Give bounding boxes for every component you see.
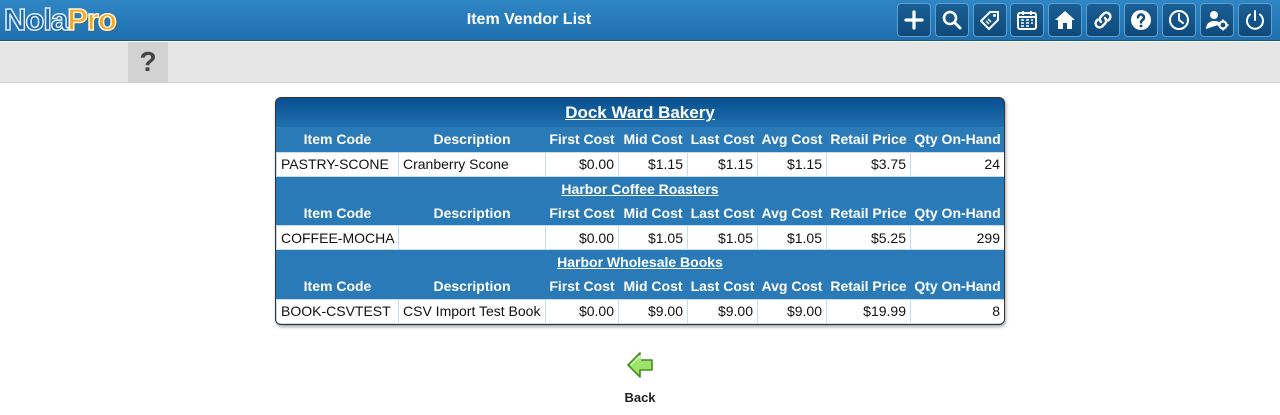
last-cost-cell: $1.05 [687,225,758,250]
table-header-row: Item Code Description First Cost Mid Cos… [276,200,1004,226]
column-header: Retail Price [826,274,911,299]
column-header: Description [398,200,546,226]
first-cost-cell: $0.00 [545,298,619,324]
add-icon [904,10,924,30]
vendor-table: Item Code Description First Cost Mid Cos… [276,200,1004,250]
vendor-header: Harbor Coffee Roasters [276,176,1004,201]
column-header: Avg Cost [757,127,827,152]
top-bar: NolaPro Item Vendor List [0,0,1280,41]
sub-toolbar: ? [0,42,1280,83]
column-header: First Cost [545,200,619,226]
first-cost-cell: $0.00 [545,225,619,250]
table-header-row: Item Code Description First Cost Mid Cos… [276,274,1004,299]
user-settings-icon [1206,11,1229,31]
column-header: Qty On-Hand [910,127,1004,152]
help-icon [1131,10,1151,30]
column-header: Last Cost [687,200,758,226]
vendor-link[interactable]: Dock Ward Bakery [565,103,715,122]
help-button[interactable] [1124,3,1158,37]
clock-icon [1169,10,1189,30]
vendor-table: Item Code Description First Cost Mid Cos… [276,127,1004,177]
column-header: Mid Cost [618,200,688,226]
column-header: Mid Cost [618,127,688,152]
user-settings-button[interactable] [1200,3,1234,37]
table-row: COFFEE-MOCHA $0.00 $1.05 $1.05 $1.05 $5.… [276,225,1004,250]
column-header: Retail Price [826,127,911,152]
page-help-button[interactable]: ? [128,42,168,82]
qty-on-hand-cell: 299 [910,225,1004,250]
column-header: Retail Price [826,200,911,226]
calendar-icon [1017,11,1037,30]
avg-cost-cell: $1.05 [757,225,827,250]
search-button[interactable] [935,3,969,37]
avg-cost-cell: $9.00 [757,298,827,324]
back-label: Back [624,390,656,405]
vendor-header: Harbor Wholesale Books [276,250,1004,274]
last-cost-cell: $9.00 [687,298,758,324]
home-button[interactable] [1048,3,1082,37]
column-header: Description [398,127,546,152]
column-header: Avg Cost [757,274,827,299]
description-cell: CSV Import Test Book [398,298,546,324]
column-header: Mid Cost [618,274,688,299]
vendor-link[interactable]: Harbor Wholesale Books [557,254,723,270]
back-button[interactable]: Back [620,350,660,405]
home-icon [1055,11,1075,29]
avg-cost-cell: $1.15 [757,151,827,177]
item-code-cell[interactable]: BOOK-CSVTEST [276,298,399,324]
column-header: Qty On-Hand [910,200,1004,226]
column-header: Qty On-Hand [910,274,1004,299]
table-row: PASTRY-SCONE Cranberry Scone $0.00 $1.15… [276,151,1004,177]
clock-button[interactable] [1162,3,1196,37]
tag-button[interactable] [973,3,1007,37]
table-row: BOOK-CSVTEST CSV Import Test Book $0.00 … [276,298,1004,324]
vendor-link[interactable]: Harbor Coffee Roasters [561,181,718,197]
retail-price-cell: $3.75 [826,151,911,177]
power-icon [1246,10,1264,30]
logout-button[interactable] [1238,3,1272,37]
column-header: Item Code [276,127,399,152]
column-header: Last Cost [687,274,758,299]
retail-price-cell: $19.99 [826,298,911,324]
vendor-table: Item Code Description First Cost Mid Cos… [276,274,1004,324]
mid-cost-cell: $1.15 [618,151,688,177]
item-code-cell[interactable]: PASTRY-SCONE [276,151,399,177]
link-button[interactable] [1086,3,1120,37]
column-header: Description [398,274,546,299]
first-cost-cell: $0.00 [545,151,619,177]
description-cell [398,225,546,250]
column-header: Item Code [276,200,399,226]
qty-on-hand-cell: 8 [910,298,1004,324]
description-cell: Cranberry Scone [398,151,546,177]
tag-icon [979,11,999,31]
vendor-header: Dock Ward Bakery [276,98,1004,127]
link-icon [1094,11,1112,29]
item-vendor-report: Dock Ward Bakery Item Code Description F… [275,97,1005,325]
table-header-row: Item Code Description First Cost Mid Cos… [276,127,1004,152]
item-code-cell[interactable]: COFFEE-MOCHA [276,225,399,250]
qty-on-hand-cell: 24 [910,151,1004,177]
mid-cost-cell: $1.05 [618,225,688,250]
column-header: Avg Cost [757,200,827,226]
retail-price-cell: $5.25 [826,225,911,250]
back-arrow-icon [627,352,653,378]
column-header: Last Cost [687,127,758,152]
search-icon [942,10,962,30]
column-header: Item Code [276,274,399,299]
add-button[interactable] [897,3,931,37]
last-cost-cell: $1.15 [687,151,758,177]
column-header: First Cost [545,127,619,152]
calendar-button[interactable] [1010,3,1044,37]
column-header: First Cost [545,274,619,299]
mid-cost-cell: $9.00 [618,298,688,324]
